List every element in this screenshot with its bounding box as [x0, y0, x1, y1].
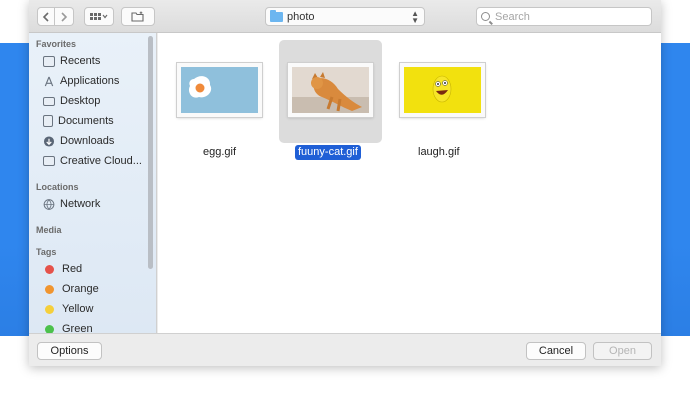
sidebar-item-documents[interactable]: Documents: [43, 112, 114, 130]
options-button[interactable]: Options: [37, 342, 102, 360]
sidebar-item-label: Green: [62, 323, 93, 333]
chevron-right-icon: [61, 11, 68, 22]
cat-image-icon: [292, 67, 369, 113]
sidebar-item-label: Recents: [60, 55, 101, 67]
forward-button[interactable]: [55, 7, 74, 26]
file-thumbnail: [288, 63, 373, 117]
folder-icon: [270, 9, 283, 22]
file-item-fuuny-cat[interactable]: [279, 40, 382, 143]
view-options-button[interactable]: [84, 7, 114, 26]
search-placeholder: Search: [495, 10, 530, 23]
sidebar: Favorites Recents Applications Desktop D…: [29, 33, 157, 333]
sidebar-item-label: Downloads: [60, 135, 115, 147]
file-browser: egg.gif fuuny-cat.gif laugh.gif: [158, 33, 661, 333]
bottom-bar: Options Cancel Open: [29, 333, 661, 366]
sidebar-item-desktop[interactable]: Desktop: [43, 92, 100, 110]
sidebar-tag-orange[interactable]: Orange: [43, 280, 99, 298]
file-name: egg.gif: [203, 146, 237, 158]
sidebar-tag-green[interactable]: Green: [43, 320, 93, 333]
network-icon: [43, 198, 55, 210]
new-folder-icon: [131, 11, 144, 22]
file-name: laugh.gif: [418, 146, 460, 158]
cancel-button[interactable]: Cancel: [526, 342, 586, 360]
chevron-left-icon: [42, 11, 49, 22]
new-folder-button[interactable]: [121, 7, 155, 26]
path-popup[interactable]: photo ▲ ▼: [265, 7, 425, 26]
sidebar-item-label: Desktop: [60, 95, 101, 107]
downloads-icon: [43, 135, 55, 147]
tags-header: Tags: [36, 247, 57, 257]
laugh-face-icon: [432, 75, 452, 103]
file-item-laugh[interactable]: [391, 40, 494, 143]
sidebar-tag-red[interactable]: Red: [43, 260, 82, 278]
sidebar-item-label: Documents: [58, 115, 114, 127]
sidebar-item-label: Yellow: [62, 303, 94, 315]
sidebar-item-label: Red: [62, 263, 83, 275]
egg-image-icon: [189, 76, 212, 98]
sidebar-scrollbar[interactable]: [148, 36, 153, 269]
sidebar-item-network[interactable]: Network: [43, 195, 100, 213]
file-thumbnail: [177, 63, 262, 117]
sidebar-item-applications[interactable]: Applications: [43, 72, 119, 90]
locations-header: Locations: [36, 182, 79, 192]
open-button[interactable]: Open: [593, 342, 652, 360]
sidebar-item-downloads[interactable]: Downloads: [43, 132, 114, 150]
file-name-selected: fuuny-cat.gif: [295, 145, 361, 160]
updown-chevron-icon: ▲ ▼: [411, 9, 419, 25]
sidebar-item-creative-cloud[interactable]: Creative Cloud...: [43, 152, 142, 170]
file-thumbnail: [400, 63, 485, 117]
favorites-header: Favorites: [36, 39, 77, 49]
search-icon: [481, 12, 490, 21]
applications-icon: [44, 76, 54, 86]
sidebar-item-label: Network: [60, 198, 101, 210]
sidebar-item-label: Applications: [60, 75, 120, 87]
file-item-egg[interactable]: [168, 40, 271, 143]
folder-icon: [43, 156, 55, 166]
grid-view-icon: [90, 13, 108, 20]
path-label: photo: [287, 10, 315, 23]
green-tag-dot-icon: [45, 324, 54, 333]
documents-icon: [43, 115, 53, 127]
sidebar-item-recents[interactable]: Recents: [43, 52, 100, 70]
desktop-icon: [43, 96, 55, 106]
open-file-dialog: photo ▲ ▼ Search Favorites Recents Applic…: [29, 0, 661, 366]
red-tag-dot-icon: [45, 264, 54, 274]
sidebar-item-label: Orange: [62, 283, 99, 295]
sidebar-tag-yellow[interactable]: Yellow: [43, 300, 93, 318]
orange-tag-dot-icon: [45, 284, 54, 294]
toolbar: photo ▲ ▼ Search: [29, 0, 661, 33]
recents-icon: [43, 55, 55, 67]
search-field[interactable]: Search: [476, 7, 652, 26]
media-header: Media: [36, 225, 62, 235]
yellow-tag-dot-icon: [45, 304, 54, 314]
sidebar-item-label: Creative Cloud...: [60, 155, 142, 167]
back-button[interactable]: [37, 7, 55, 26]
